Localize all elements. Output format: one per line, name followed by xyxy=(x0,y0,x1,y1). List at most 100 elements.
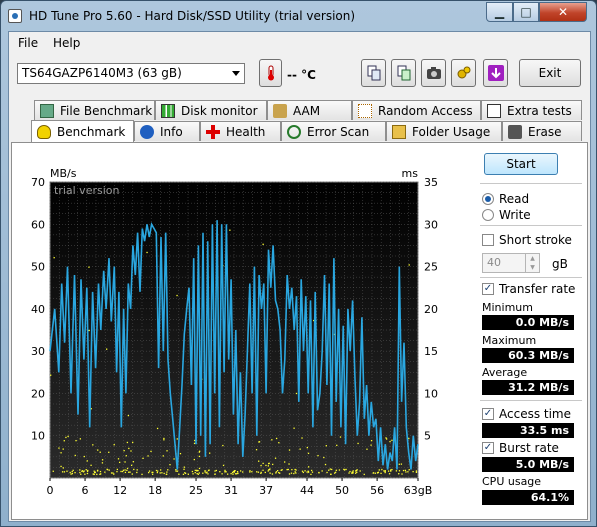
access-time-point xyxy=(324,463,327,466)
access-time-point xyxy=(398,473,400,475)
temperature-readout: -- °C xyxy=(287,68,316,82)
access-time-point xyxy=(176,438,178,440)
tab-erase[interactable]: Erase xyxy=(502,121,582,141)
access-time-point xyxy=(132,461,135,463)
y-tick-label-right: 20 xyxy=(424,303,438,316)
y-tick-label-left: 10 xyxy=(31,430,45,443)
access-time-point xyxy=(152,471,154,474)
access-time-point xyxy=(88,329,90,332)
access-time-point xyxy=(221,473,223,475)
access-time-point xyxy=(304,470,306,472)
title-bar[interactable]: HD Tune Pro 5.60 - Hard Disk/SSD Utility… xyxy=(1,1,596,31)
access-time-option[interactable]: ✓ Access time xyxy=(482,407,571,421)
access-time-point xyxy=(234,469,236,472)
access-time-point xyxy=(163,472,165,475)
tab-disk-monitor[interactable]: Disk monitor xyxy=(155,100,267,120)
maximize-icon: □ xyxy=(520,5,532,19)
access-time-point xyxy=(239,470,242,472)
tab-health[interactable]: Health xyxy=(200,121,281,141)
spinner-arrows-icon[interactable]: ▲ ▼ xyxy=(525,254,539,272)
access-time-point xyxy=(147,455,149,457)
access-time-point xyxy=(264,471,266,474)
tab-extra-tests[interactable]: Extra tests xyxy=(481,100,582,120)
drive-select[interactable]: TS64GAZP6140M3 (63 gB) xyxy=(17,63,245,84)
access-time-point xyxy=(275,437,278,440)
access-time-point xyxy=(299,448,301,450)
temperature-button[interactable] xyxy=(259,59,282,87)
tab-benchmark[interactable]: Benchmark xyxy=(31,120,134,142)
access-time-point xyxy=(96,470,99,472)
transfer-rate-option[interactable]: ✓ Transfer rate xyxy=(482,282,575,296)
short-stroke-spinner[interactable]: 40 ▲ ▼ xyxy=(482,253,540,273)
access-time-point xyxy=(274,457,277,459)
tab-random-access[interactable]: Random Access xyxy=(352,100,481,120)
access-time-point xyxy=(359,470,361,472)
tab-info[interactable]: Info xyxy=(134,121,200,141)
screenshot-button[interactable] xyxy=(421,59,446,87)
access-time-checkbox[interactable]: ✓ xyxy=(482,408,494,420)
access-time-point xyxy=(193,442,196,445)
copy-button[interactable] xyxy=(361,59,386,87)
access-time-point xyxy=(395,470,398,472)
short-stroke-checkbox[interactable] xyxy=(482,234,494,246)
access-time-point xyxy=(265,464,267,467)
minimize-button[interactable]: ▁ xyxy=(486,2,513,22)
menu-bar: File Help xyxy=(9,32,590,53)
write-option[interactable]: Write xyxy=(482,208,531,222)
access-time-point xyxy=(124,471,127,474)
options-icon xyxy=(457,66,470,79)
access-time-point xyxy=(345,468,347,471)
y-axis-label-right: ms xyxy=(402,167,419,180)
access-time-point xyxy=(167,469,169,471)
transfer-rate-checkbox[interactable]: ✓ xyxy=(482,283,494,295)
access-time-point xyxy=(412,470,414,473)
access-time-point xyxy=(310,473,312,476)
access-time-point xyxy=(122,469,125,471)
options-button[interactable] xyxy=(451,59,476,87)
burst-rate-checkbox[interactable]: ✓ xyxy=(482,442,494,454)
access-time-point xyxy=(108,451,110,453)
access-time-point xyxy=(207,473,209,475)
access-time-point xyxy=(383,470,385,472)
access-time-point xyxy=(295,392,298,395)
access-time-point xyxy=(99,451,101,453)
tab-error-scan[interactable]: Error Scan xyxy=(281,121,386,141)
menu-help[interactable]: Help xyxy=(53,36,80,50)
tab-aam[interactable]: AAM xyxy=(267,100,352,120)
access-time-point xyxy=(198,472,200,474)
read-option[interactable]: Read xyxy=(482,192,529,206)
short-stroke-option[interactable]: Short stroke xyxy=(482,233,572,247)
access-time-point xyxy=(398,463,400,465)
access-time-point xyxy=(318,471,320,474)
access-time-point xyxy=(352,472,354,474)
access-time-point xyxy=(159,472,161,474)
access-time-point xyxy=(84,473,86,475)
access-time-point xyxy=(242,471,244,473)
access-time-point xyxy=(198,455,201,458)
drive-select-value: TS64GAZP6140M3 (63 gB) xyxy=(22,66,182,80)
access-time-point xyxy=(110,472,113,474)
maximize-button[interactable]: □ xyxy=(513,2,539,22)
access-time-point xyxy=(249,470,251,472)
burst-rate-option[interactable]: ✓ Burst rate xyxy=(482,441,559,455)
access-time-point xyxy=(233,471,235,473)
tab-folder-usage[interactable]: Folder Usage xyxy=(386,121,502,141)
start-button[interactable]: Start xyxy=(484,153,558,175)
benchmark-chart: 10 20 30 40 50 60 70 5 10 15 20 25 30 35 0 6 12 18 25 31 37 4… xyxy=(31,167,438,497)
toolbar: TS64GAZP6140M3 (63 gB) -- °C Exit xyxy=(9,54,590,98)
access-time-point xyxy=(197,473,199,475)
close-button[interactable]: ✕ xyxy=(539,2,587,22)
copy-info-button[interactable] xyxy=(391,59,416,87)
menu-file[interactable]: File xyxy=(18,36,38,50)
save-button[interactable] xyxy=(483,59,508,87)
access-time-point xyxy=(352,470,354,472)
tab-file-benchmark[interactable]: File Benchmark xyxy=(34,100,155,120)
exit-button[interactable]: Exit xyxy=(519,59,581,87)
window-title: HD Tune Pro 5.60 - Hard Disk/SSD Utility… xyxy=(29,9,356,23)
access-time-point xyxy=(175,470,177,472)
write-radio[interactable] xyxy=(482,209,494,221)
read-radio[interactable] xyxy=(482,193,494,205)
tab-label: AAM xyxy=(293,103,321,118)
burst-rate-label: Burst rate xyxy=(499,441,559,455)
access-time-point xyxy=(194,469,196,472)
